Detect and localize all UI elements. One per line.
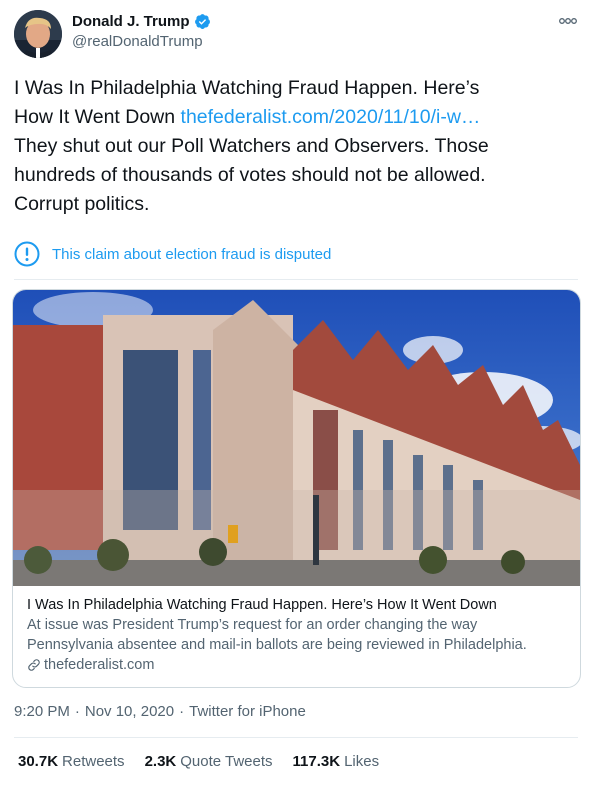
tweet-line: Corrupt politics. (14, 193, 150, 215)
engagement-stats: 30.7K Retweets 2.3K Quote Tweets 117.3K … (18, 753, 379, 770)
card-body: I Was In Philadelphia Watching Fraud Hap… (27, 595, 567, 675)
disputed-claim-text[interactable]: This claim about election fraud is dispu… (52, 246, 331, 263)
separator: · (74, 703, 80, 720)
divider (14, 737, 578, 738)
card-image[interactable] (13, 290, 580, 586)
tweet-line: hundreds of thousands of votes should no… (14, 164, 486, 186)
card-description-line: Pennsylvania absentee and mail-in ballot… (27, 637, 527, 653)
retweets-count: 30.7K (18, 753, 59, 770)
card-title[interactable]: I Was In Philadelphia Watching Fraud Hap… (27, 595, 567, 615)
tweet-date[interactable]: Nov 10, 2020 (85, 703, 174, 720)
likes-count: 117.3K (292, 753, 341, 770)
separator: · (179, 703, 185, 720)
verified-badge-icon (194, 13, 211, 30)
tweet-line: How It Went Down thefederalist.com/2020/… (14, 103, 574, 132)
likes-label: Likes (344, 753, 380, 770)
author-block: Donald J. Trump @realDonaldTrump (72, 13, 211, 50)
card-description: At issue was President Trump’s request f… (27, 615, 567, 655)
tweet-line-text: How It Went Down (14, 106, 181, 128)
handle[interactable]: @realDonaldTrump (72, 33, 211, 50)
disputed-claim-label[interactable]: This claim about election fraud is dispu… (14, 238, 568, 270)
tweet-metadata: 9:20 PM · Nov 10, 2020 · Twitter for iPh… (14, 703, 306, 720)
card-domain: thefederalist.com (27, 655, 567, 675)
tweet-link[interactable]: thefederalist.com/2020/11/10/i-w… (181, 106, 481, 128)
exclamation-circle-icon (14, 241, 40, 267)
retweets-stat[interactable]: 30.7K Retweets (18, 753, 125, 770)
tweet-header: Donald J. Trump @realDonaldTrump (14, 10, 580, 60)
divider (14, 279, 578, 280)
tweet-line: I Was In Philadelphia Watching Fraud Hap… (14, 77, 480, 99)
card-description-line: At issue was President Trump’s request f… (27, 617, 478, 633)
retweets-label: Retweets (62, 753, 125, 770)
card-domain-text: thefederalist.com (44, 657, 155, 673)
tweet-line: They shut out our Poll Watchers and Obse… (14, 135, 489, 157)
quote-tweets-count: 2.3K (144, 753, 177, 770)
quote-tweets-label: Quote Tweets (180, 753, 273, 770)
more-options-icon[interactable] (558, 14, 578, 26)
likes-stat[interactable]: 117.3K Likes (293, 753, 380, 770)
avatar[interactable] (14, 10, 62, 58)
tweet-time[interactable]: 9:20 PM (14, 703, 70, 720)
tweet-source[interactable]: Twitter for iPhone (189, 703, 306, 720)
name-row: Donald J. Trump (72, 13, 211, 30)
display-name[interactable]: Donald J. Trump (72, 13, 190, 30)
link-icon (27, 658, 41, 672)
quote-tweets-stat[interactable]: 2.3K Quote Tweets (145, 753, 273, 770)
tweet-text: I Was In Philadelphia Watching Fraud Hap… (14, 74, 574, 219)
link-preview-card[interactable]: I Was In Philadelphia Watching Fraud Hap… (12, 289, 581, 688)
